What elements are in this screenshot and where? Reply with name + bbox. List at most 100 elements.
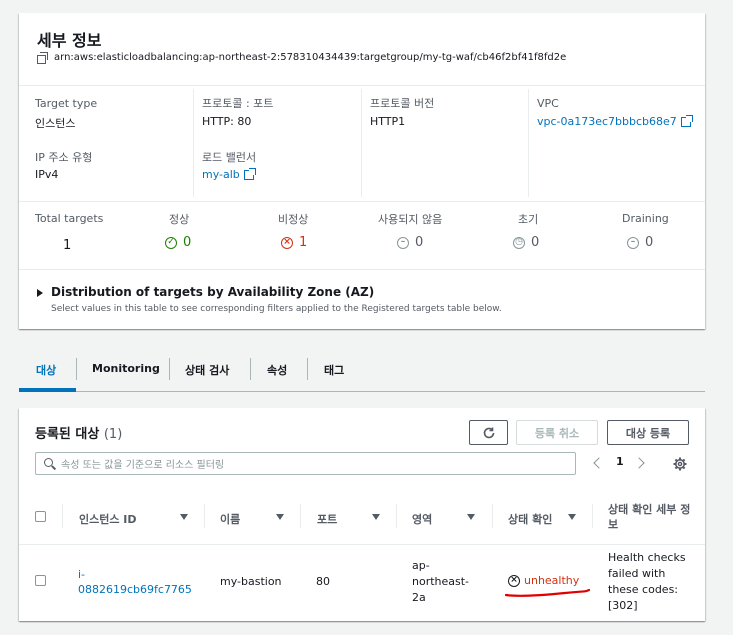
- target-zone-line2: northeast-: [412, 575, 470, 588]
- divider: [19, 85, 705, 86]
- unhealthy-value: 1: [299, 235, 308, 250]
- load-balancer-link[interactable]: my-alb: [202, 167, 256, 181]
- column-separator: [492, 504, 493, 528]
- details-panel: 세부 정보 arn:aws:elasticloadbalancing:ap-no…: [19, 13, 705, 329]
- draining-value: 0: [645, 235, 654, 250]
- x-circle-icon: ×: [281, 236, 293, 249]
- draining-count[interactable]: – 0: [627, 235, 653, 250]
- unused-count[interactable]: – 0: [397, 235, 423, 250]
- registered-targets-title: 등록된 대상 (1): [35, 423, 122, 442]
- column-health-details[interactable]: 상태 확인 세부 정보: [608, 502, 693, 532]
- arn-text: arn:aws:elasticloadbalancing:ap-northeas…: [54, 52, 567, 63]
- settings-gear-icon[interactable]: [673, 457, 687, 471]
- initial-count[interactable]: ◷ 0: [513, 235, 539, 250]
- target-type-value: 인스턴스: [35, 117, 76, 130]
- external-link-icon: [243, 167, 256, 180]
- arn-row: arn:aws:elasticloadbalancing:ap-northeas…: [37, 52, 567, 64]
- vpc-link-text[interactable]: vpc-0a173ec7bbbcb68e7: [537, 115, 677, 128]
- tab-attributes[interactable]: 속성: [267, 362, 287, 378]
- sort-caret-icon[interactable]: [276, 514, 284, 520]
- page-number[interactable]: 1: [616, 455, 624, 468]
- healthy-value: 0: [183, 235, 192, 250]
- protocol-version-label: 프로토콜 버전: [370, 97, 435, 110]
- healthy-count[interactable]: ✓ 0: [165, 235, 191, 250]
- unused-label: 사용되지 않음: [378, 213, 443, 226]
- caret-right-icon[interactable]: [37, 289, 43, 297]
- load-balancer-link-text[interactable]: my-alb: [202, 168, 240, 181]
- red-underline-annotation: [505, 588, 591, 597]
- health-details-line1: Health checks: [608, 551, 686, 564]
- divider: [19, 544, 705, 545]
- divider: [19, 201, 705, 202]
- tab-separator: [250, 358, 251, 380]
- tab-health-checks[interactable]: 상태 검사: [185, 362, 229, 378]
- registered-targets-count: (1): [103, 427, 123, 442]
- column-port[interactable]: 포트: [317, 511, 337, 527]
- dash-circle-icon: –: [627, 236, 639, 249]
- target-zone-line1: ap-: [412, 559, 430, 572]
- unused-value: 0: [415, 235, 424, 250]
- refresh-icon: [483, 427, 494, 438]
- register-targets-button[interactable]: 대상 등록: [607, 420, 689, 445]
- refresh-button[interactable]: [469, 420, 508, 445]
- target-type-label: Target type: [35, 97, 98, 110]
- column-separator: [396, 504, 397, 528]
- select-all-checkbox[interactable]: [35, 511, 46, 522]
- sort-caret-icon[interactable]: [372, 514, 380, 520]
- target-port: 80: [316, 575, 330, 588]
- target-zone-line3: 2a: [412, 591, 426, 604]
- target-name: my-bastion: [220, 575, 282, 588]
- chevron-right-icon[interactable]: [633, 457, 645, 469]
- instance-id-link-part2[interactable]: 0882619cb69fc7765: [78, 582, 192, 598]
- active-tab-indicator: [19, 388, 76, 392]
- ip-type-value: IPv4: [35, 168, 59, 181]
- column-separator: [300, 504, 301, 528]
- unhealthy-count[interactable]: × 1: [281, 235, 307, 250]
- tab-targets[interactable]: 대상: [36, 362, 56, 378]
- column-separator: [592, 504, 593, 528]
- tab-bar: 대상 Monitoring 상태 검사 속성 태그: [19, 352, 705, 392]
- tab-separator: [169, 358, 170, 380]
- sort-caret-icon[interactable]: [180, 514, 188, 520]
- external-link-icon: [680, 114, 693, 127]
- divider: [361, 89, 362, 197]
- column-health-status[interactable]: 상태 확인: [508, 511, 552, 527]
- vpc-link[interactable]: vpc-0a173ec7bbbcb68e7: [537, 114, 693, 128]
- tab-separator: [76, 358, 77, 380]
- divider: [19, 269, 705, 270]
- chevron-left-icon[interactable]: [593, 457, 605, 469]
- draining-label: Draining: [622, 212, 669, 225]
- healthy-label: 정상: [169, 213, 190, 226]
- sort-caret-icon[interactable]: [467, 514, 475, 520]
- check-circle-icon: ✓: [165, 236, 177, 249]
- search-input[interactable]: 속성 또는 값을 기준으로 리소스 필터링: [35, 452, 576, 475]
- health-details-line2: failed with: [608, 567, 666, 580]
- column-zone[interactable]: 영역: [412, 511, 432, 527]
- copy-icon[interactable]: [37, 52, 48, 64]
- health-details-line3: these codes:: [608, 583, 679, 596]
- tab-tags[interactable]: 태그: [324, 362, 344, 378]
- dash-circle-icon: –: [397, 236, 409, 249]
- divider: [528, 89, 529, 197]
- tab-monitoring[interactable]: Monitoring: [92, 362, 160, 375]
- column-instance-id[interactable]: 인스턴스 ID: [79, 511, 137, 527]
- az-section-description: Select values in this table to see corre…: [51, 304, 502, 314]
- protocol-version-value: HTTP1: [370, 115, 406, 128]
- protocol-port-label: 프로토콜 : 포트: [202, 97, 274, 110]
- total-targets-value[interactable]: 1: [63, 238, 71, 253]
- initial-value: 0: [531, 235, 540, 250]
- tab-separator: [307, 358, 308, 380]
- deregister-button[interactable]: 등록 취소: [516, 420, 598, 445]
- ip-type-label: IP 주소 유형: [35, 151, 93, 164]
- x-circle-icon: ×: [508, 574, 520, 587]
- unhealthy-label: 비정상: [278, 213, 309, 226]
- az-section-title[interactable]: Distribution of targets by Availability …: [51, 285, 374, 299]
- protocol-port-value: HTTP: 80: [202, 115, 252, 128]
- sort-caret-icon[interactable]: [568, 514, 576, 520]
- vpc-label: VPC: [537, 97, 559, 110]
- instance-id-link-part1[interactable]: i-: [78, 567, 85, 583]
- column-separator: [204, 504, 205, 528]
- clock-icon: ◷: [513, 236, 525, 249]
- column-name[interactable]: 이름: [220, 511, 240, 527]
- row-checkbox[interactable]: [35, 575, 46, 586]
